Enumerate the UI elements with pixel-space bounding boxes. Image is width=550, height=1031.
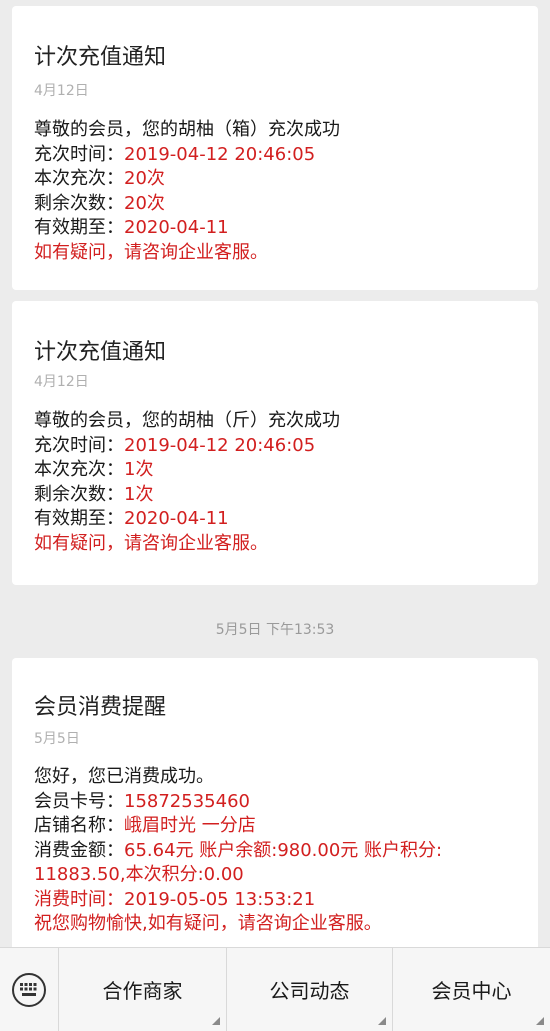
card-title: 会员消费提醒	[34, 695, 167, 720]
notice-text: 如有疑问，请咨询企业客服。	[34, 241, 268, 263]
menu-item-label: 公司动态	[269, 979, 350, 1003]
submenu-indicator-icon	[536, 1017, 544, 1025]
store-name-row: 店铺名称：峨眉时光 一分店	[34, 815, 256, 836]
menu-item-label: 会员中心	[431, 979, 512, 1003]
chat-timestamp: 5月5日 下午13:53	[215, 622, 335, 638]
bottom-menu-bar: 合作商家 公司动态 会员中心	[0, 947, 550, 1031]
recharge-count-row: 本次充次：1次	[34, 459, 154, 480]
greeting-text: 尊敬的会员，您的胡柚（斤）充次成功	[34, 410, 340, 431]
notice-text: 祝您购物愉快,如有疑问，请咨询企业客服。	[34, 913, 382, 934]
submenu-indicator-icon	[378, 1017, 386, 1025]
card-body: 尊敬的会员，您的胡柚（斤）充次成功 充次时间：2019-04-12 20:46:…	[34, 409, 524, 556]
notice-text: 如有疑问，请咨询企业客服。	[34, 532, 268, 554]
menu-item-member-center[interactable]: 会员中心	[392, 948, 550, 1031]
keyboard-icon	[12, 972, 46, 1007]
keyboard-toggle-button[interactable]	[4, 948, 54, 1031]
remaining-count-row: 剩余次数：1次	[34, 483, 154, 505]
valid-until-row: 有效期至：2020-04-11	[34, 217, 229, 238]
card-body: 您好，您已消费成功。 会员卡号：15872535460 店铺名称：峨眉时光 一分…	[34, 765, 524, 937]
recharge-count-row: 本次充次：20次	[34, 168, 165, 189]
message-card-recharge-2[interactable]: 计次充值通知 4月12日 尊敬的会员，您的胡柚（斤）充次成功 充次时间：2019…	[12, 301, 538, 585]
card-title: 计次充值通知	[34, 340, 167, 365]
recharge-time-row: 充次时间：2019-04-12 20:46:05	[34, 143, 316, 165]
message-card-consumption[interactable]: 会员消费提醒 5月5日 您好，您已消费成功。 会员卡号：15872535460 …	[12, 658, 538, 958]
amount-row-continued: 11883.50,本次积分:0.00	[34, 864, 244, 885]
card-date: 5月5日	[34, 731, 80, 747]
card-number-row: 会员卡号：15872535460	[34, 790, 250, 812]
greeting-text: 尊敬的会员，您的胡柚（箱）充次成功	[34, 119, 340, 140]
card-body: 尊敬的会员，您的胡柚（箱）充次成功 充次时间：2019-04-12 20:46:…	[34, 118, 524, 265]
menu-item-label: 合作商家	[102, 979, 183, 1003]
remaining-count-row: 剩余次数：20次	[34, 192, 165, 214]
greeting-text: 您好，您已消费成功。	[34, 766, 214, 787]
card-date: 4月12日	[34, 374, 89, 390]
amount-row: 消费金额：65.64元 账户余额:980.00元 账户积分:	[34, 839, 443, 861]
submenu-indicator-icon	[212, 1017, 220, 1025]
recharge-time-row: 充次时间：2019-04-12 20:46:05	[34, 434, 316, 456]
menu-item-partners[interactable]: 合作商家	[58, 948, 226, 1031]
consume-time-row: 消费时间：2019-05-05 13:53:21	[34, 888, 316, 910]
card-date: 4月12日	[34, 83, 89, 99]
message-card-recharge-1[interactable]: 计次充值通知 4月12日 尊敬的会员，您的胡柚（箱）充次成功 充次时间：2019…	[12, 6, 538, 290]
card-title: 计次充值通知	[34, 45, 167, 70]
valid-until-row: 有效期至：2020-04-11	[34, 508, 229, 529]
menu-item-company-news[interactable]: 公司动态	[226, 948, 392, 1031]
